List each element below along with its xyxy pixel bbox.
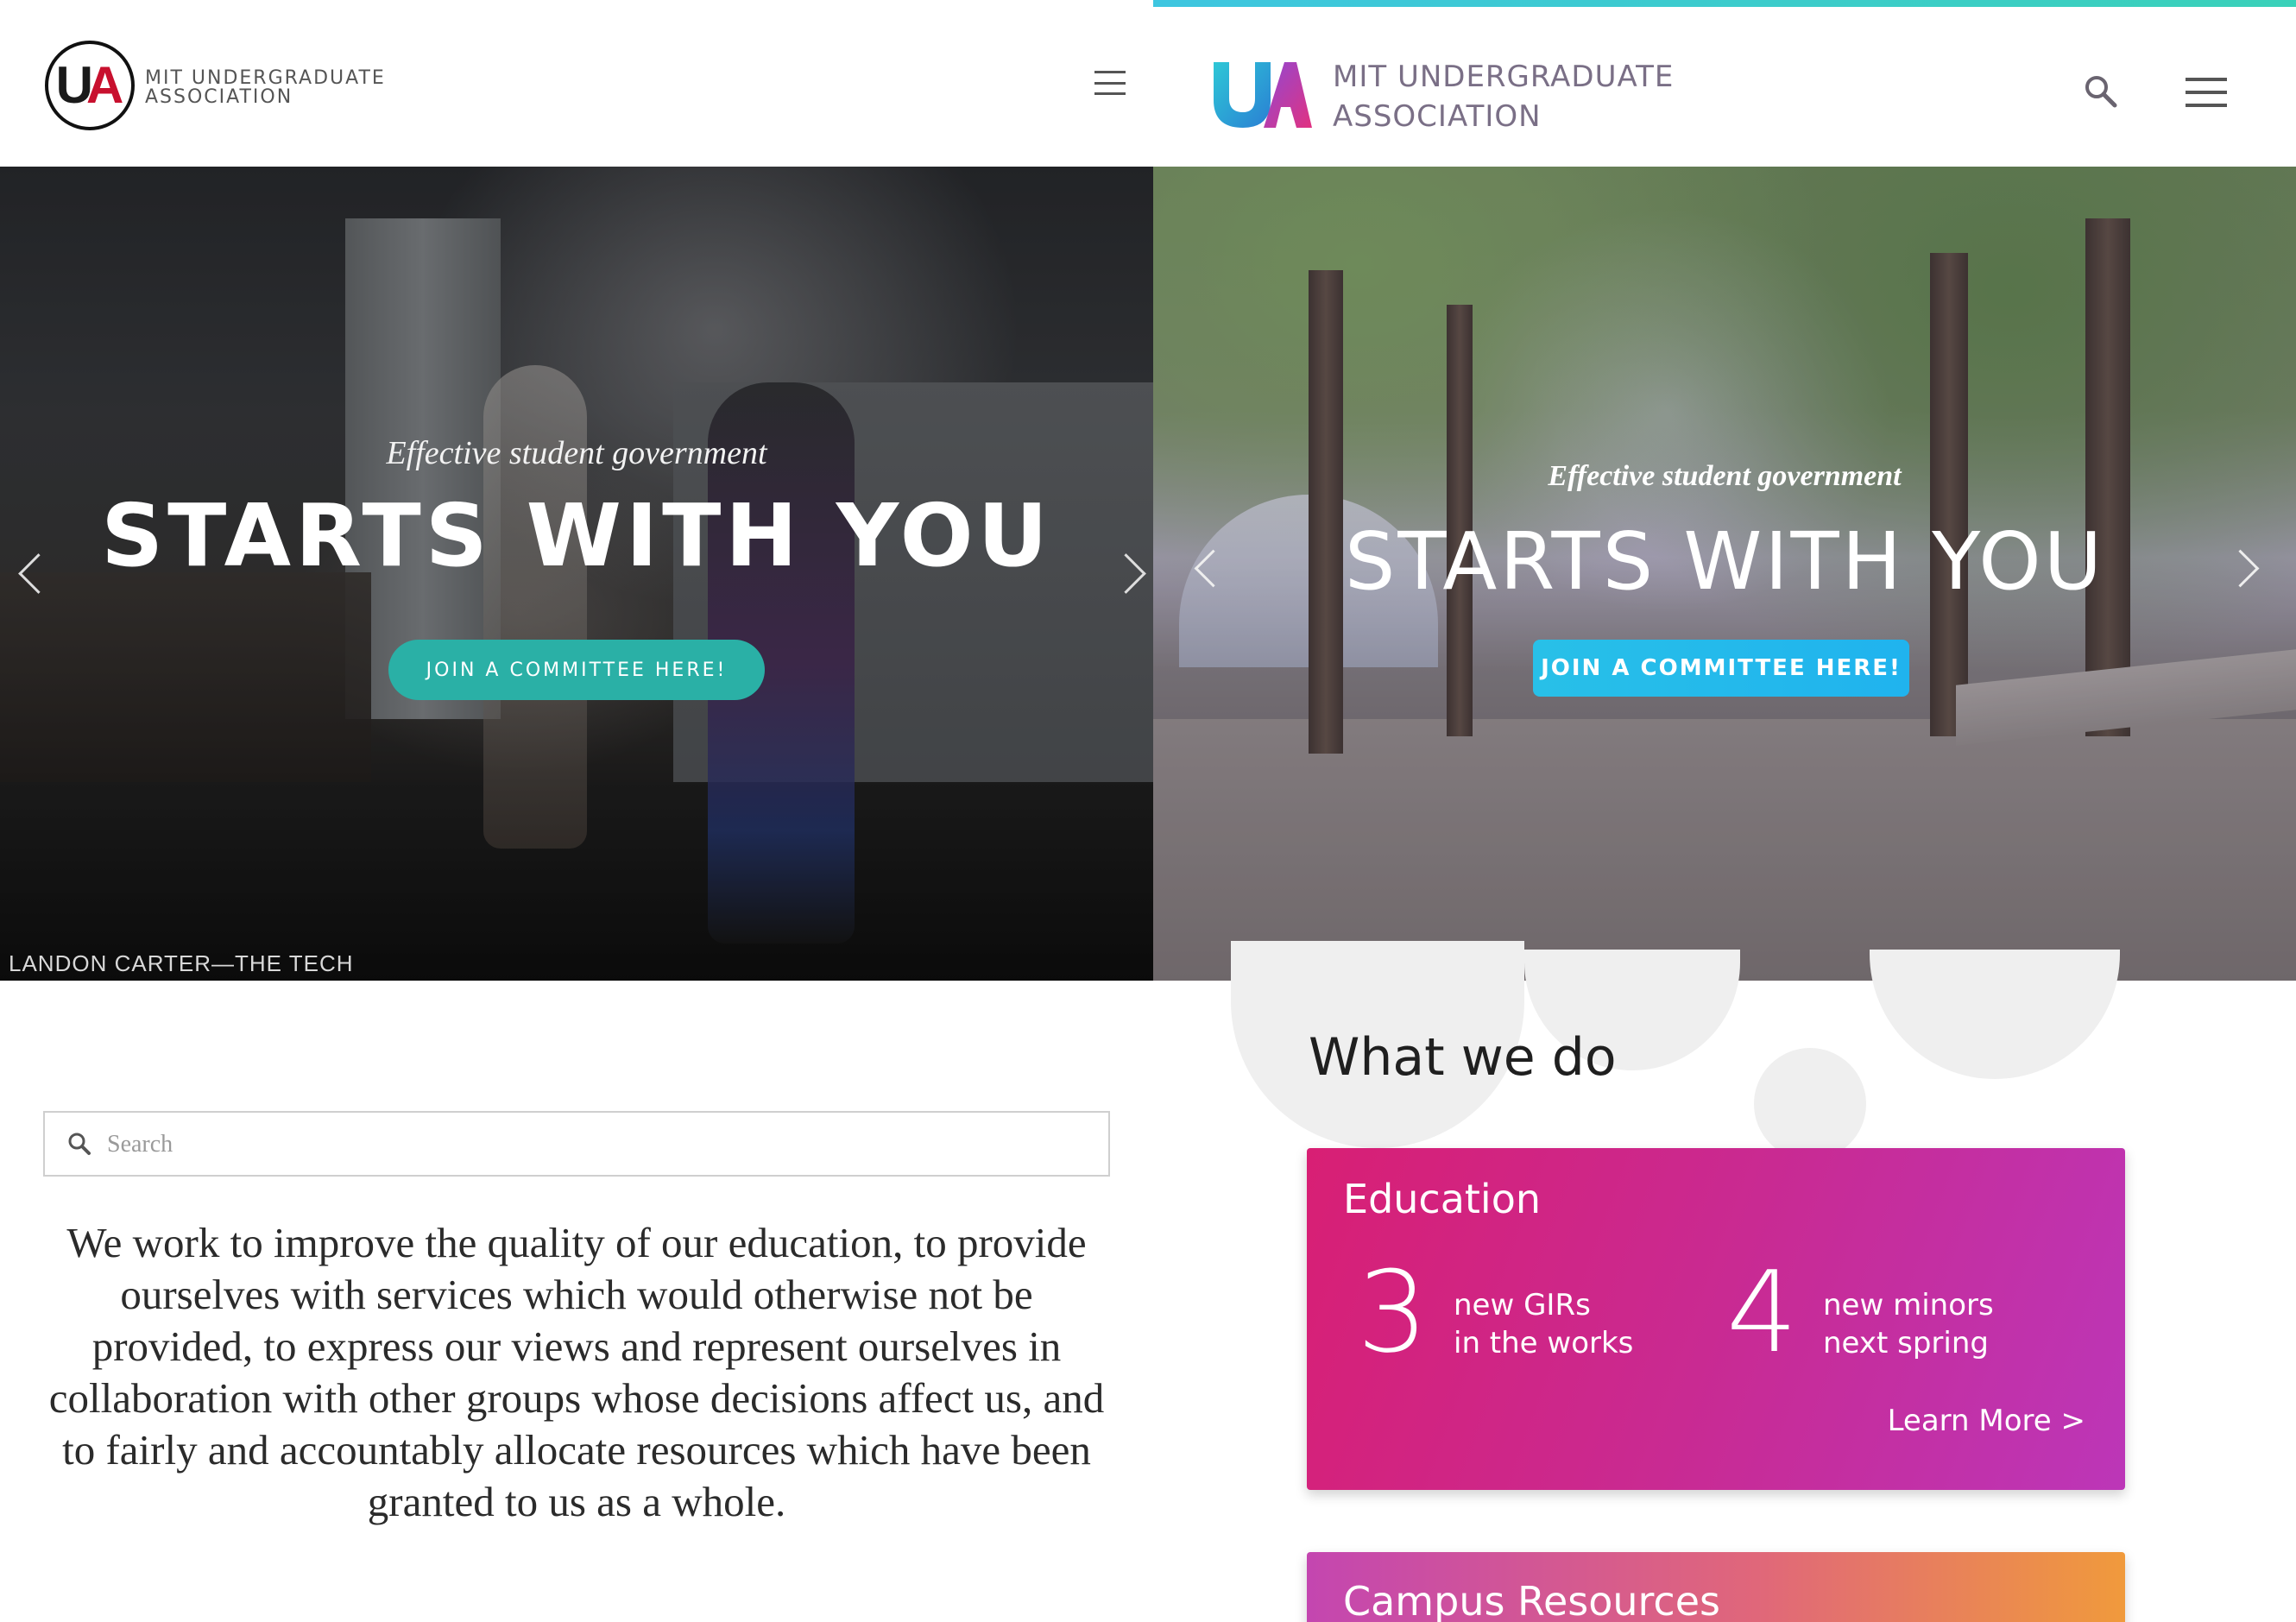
hamburger-menu-icon[interactable] [1094, 71, 1126, 95]
decorative-bubble [1870, 950, 2120, 1079]
header-accent-bar [1153, 0, 2296, 7]
new-design-panel: MIT UNDERGRADUATE ASSOCIATION Effective … [1153, 0, 2296, 1622]
stat-girs: 3 new GIRs in the works [1357, 1252, 1685, 1373]
menu-bar [2186, 91, 2227, 94]
menu-bar [1094, 92, 1126, 95]
search-icon[interactable] [2082, 73, 2120, 110]
stat-minors: 4 new minors next spring [1726, 1252, 2089, 1373]
search-field[interactable] [43, 1111, 1110, 1177]
menu-bar [1094, 81, 1126, 85]
decorative-bubble [1754, 1048, 1866, 1160]
menu-bar [2186, 78, 2227, 81]
card-title: Education [1343, 1176, 1542, 1222]
search-input[interactable] [105, 1113, 1093, 1177]
hero-headline: STARTS WITH YOU [1344, 515, 2105, 608]
old-brand-text[interactable]: MIT UNDERGRADUATE ASSOCIATION [145, 69, 386, 107]
menu-bar [1094, 71, 1126, 73]
logo-monogram-u: U [55, 56, 93, 114]
brand-line-2: ASSOCIATION [145, 86, 293, 108]
old-site-header: U A MIT UNDERGRADUATE ASSOCIATION [0, 0, 1153, 167]
stat-number: 4 [1726, 1246, 1798, 1378]
photo-credit: LANDON CARTER—THE TECH [9, 950, 354, 976]
stat-label: new GIRs in the works [1454, 1288, 1634, 1360]
brand-line-2: ASSOCIATION [1333, 99, 1542, 134]
join-committee-button[interactable]: JOIN A COMMITTEE HERE! [388, 640, 765, 700]
stat-label: new minors next spring [1823, 1288, 1994, 1360]
stat-number: 3 [1357, 1246, 1429, 1378]
logo-monogram-a: A [86, 56, 124, 114]
hamburger-menu-icon[interactable] [2186, 78, 2227, 107]
hero-tagline: Effective student government [386, 435, 767, 471]
join-committee-button[interactable]: JOIN A COMMITTEE HERE! [1533, 640, 1909, 697]
old-ua-logo[interactable]: U A [45, 41, 135, 130]
card-title: Campus Resources [1343, 1578, 1720, 1622]
brand-line-1: MIT UNDERGRADUATE [1333, 60, 1675, 94]
new-site-header: MIT UNDERGRADUATE ASSOCIATION [1153, 7, 2296, 167]
old-hero-banner: Effective student government STARTS WITH… [0, 167, 1153, 981]
new-hero-banner: Effective student government STARTS WITH… [1153, 167, 2296, 981]
search-icon [68, 1133, 91, 1155]
menu-bar [2186, 104, 2227, 107]
campus-resources-card[interactable]: Campus Resources [1307, 1552, 2125, 1622]
section-title: What we do [1309, 1027, 1617, 1088]
old-design-panel: U A MIT UNDERGRADUATE ASSOCIATION Effect… [0, 0, 1153, 1622]
mission-statement: We work to improve the quality of our ed… [48, 1219, 1105, 1525]
hero-headline: STARTS WITH YOU [101, 485, 1052, 586]
learn-more-link[interactable]: Learn More > [1888, 1404, 2085, 1438]
education-card[interactable]: Education 3 new GIRs in the works 4 new … [1307, 1148, 2125, 1490]
ua-logo-icon[interactable] [1210, 57, 1312, 129]
hero-tagline: Effective student government [1548, 460, 1902, 492]
new-brand-text[interactable]: MIT UNDERGRADUATE ASSOCIATION [1333, 57, 1674, 136]
brand-line-1: MIT UNDERGRADUATE [145, 67, 386, 89]
